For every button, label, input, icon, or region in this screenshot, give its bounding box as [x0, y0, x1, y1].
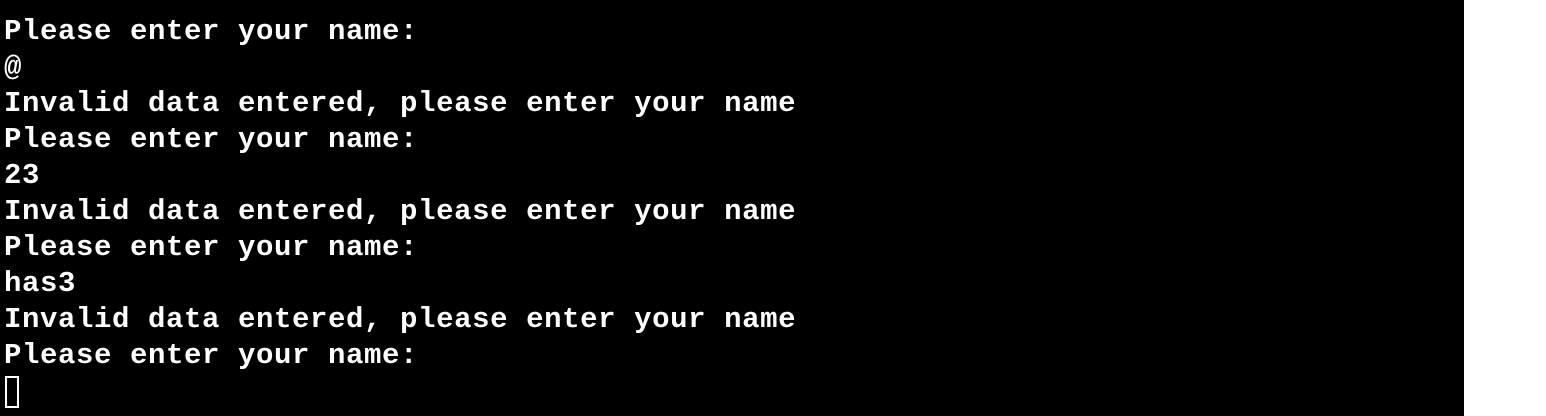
input-line[interactable] [4, 374, 796, 410]
text-cursor [5, 376, 19, 408]
user-input: 23 [4, 159, 41, 192]
error-message: Invalid data entered, please enter your … [4, 195, 797, 228]
terminal-window[interactable]: ----------------------------------- Plea… [0, 0, 1464, 416]
user-input: @ [4, 51, 23, 84]
separator-line: ----------------------------------- [4, 0, 796, 14]
name-prompt: Please enter your name: [4, 231, 419, 264]
name-prompt: Please enter your name: [4, 339, 419, 372]
terminal-output: ----------------------------------- Plea… [4, 0, 796, 410]
error-message: Invalid data entered, please enter your … [4, 87, 797, 120]
user-input: has3 [4, 267, 77, 300]
name-prompt: Please enter your name: [4, 15, 419, 48]
name-prompt: Please enter your name: [4, 123, 419, 156]
error-message: Invalid data entered, please enter your … [4, 303, 797, 336]
